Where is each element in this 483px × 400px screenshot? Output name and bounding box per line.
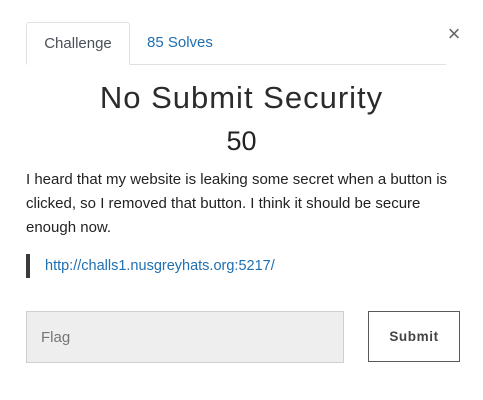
challenge-title: No Submit Security [99,80,384,115]
challenge-modal: Challenge 85 Solves × No Submit Security… [0,0,483,400]
tab-challenge[interactable]: Challenge [26,22,130,65]
flag-input[interactable] [26,311,344,363]
challenge-points: 50 [226,126,257,156]
challenge-link-quote: http://challs1.nusgreyhats.org:5217/ [26,254,275,278]
challenge-description: I heard that my website is leaking some … [26,171,448,236]
submit-button[interactable]: Submit [368,311,460,362]
challenge-link[interactable]: http://challs1.nusgreyhats.org:5217/ [45,258,275,274]
tab-solves[interactable]: 85 Solves [147,22,227,64]
close-icon[interactable]: × [444,22,464,46]
challenge-tabs: Challenge 85 Solves [26,22,446,65]
